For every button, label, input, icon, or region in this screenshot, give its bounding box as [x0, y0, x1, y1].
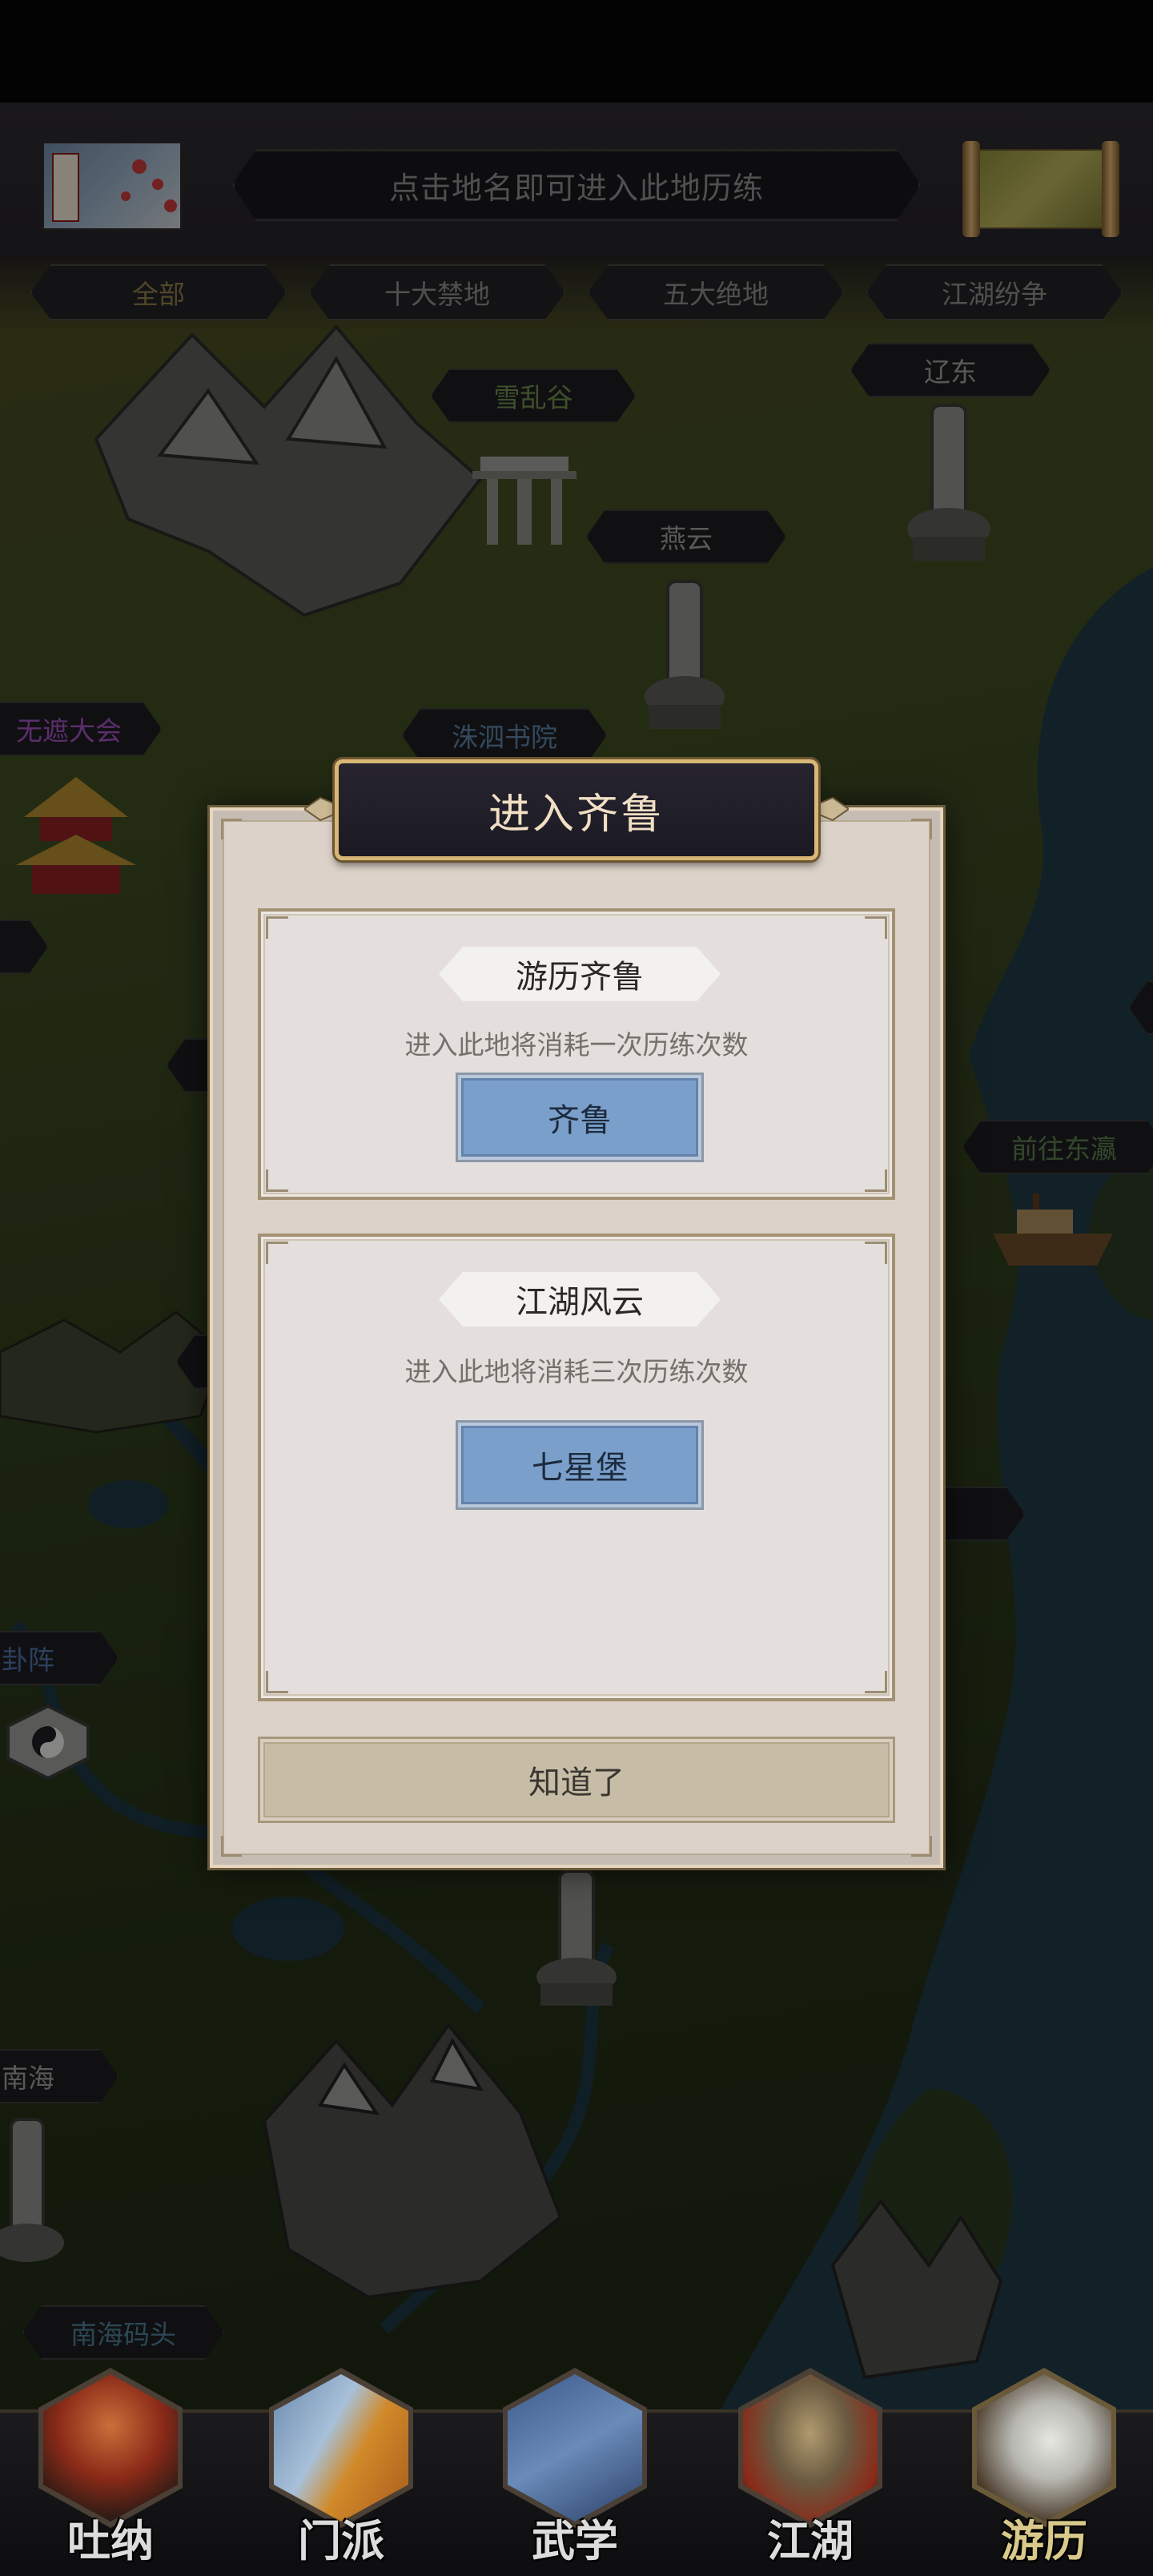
nav-label: 吐纳 — [67, 2515, 154, 2566]
button-label: 七星堡 — [532, 1450, 628, 1487]
corner-ornament — [865, 1671, 887, 1693]
section-heading: 游历齐鲁 — [439, 947, 721, 1001]
corner-ornament — [911, 1836, 932, 1857]
corner-ornament — [266, 916, 288, 939]
nav-menpai[interactable]: 门派 — [261, 2368, 421, 2568]
corner-ornament — [221, 819, 242, 839]
nav-label: 游历 — [1001, 2515, 1087, 2566]
corner-ornament — [865, 1242, 887, 1264]
button-label: 齐鲁 — [548, 1102, 612, 1139]
nav-label: 门派 — [298, 2515, 384, 2566]
section-heading-text: 江湖风云 — [516, 1284, 644, 1321]
section-heading-text: 游历齐鲁 — [516, 959, 644, 996]
section-heading: 江湖风云 — [439, 1272, 721, 1326]
dialog-title: 进入齐鲁 — [335, 759, 818, 860]
corner-ornament — [911, 819, 932, 839]
enter-qilu-button[interactable]: 齐鲁 — [458, 1075, 701, 1160]
corner-ornament — [865, 1169, 887, 1192]
nav-tuna[interactable]: 吐纳 — [30, 2368, 191, 2568]
corner-ornament — [266, 1671, 288, 1693]
dialog-title-text: 进入齐鲁 — [488, 790, 665, 839]
button-label: 知道了 — [528, 1765, 625, 1801]
cost-description: 进入此地将消耗三次历练次数 — [404, 1356, 749, 1387]
corner-ornament — [221, 1836, 242, 1857]
status-bar — [0, 0, 1153, 103]
nav-wuxue[interactable]: 武学 — [495, 2368, 655, 2568]
travel-section: 游历齐鲁 进入此地将消耗一次历练次数 齐鲁 — [258, 908, 895, 1200]
corner-ornament — [266, 1169, 288, 1192]
nav-youli[interactable]: 游历 — [964, 2368, 1124, 2568]
nav-label: 武学 — [532, 2515, 618, 2566]
cost-description: 进入此地将消耗一次历练次数 — [404, 1029, 749, 1061]
enter-qixingbao-button[interactable]: 七星堡 — [458, 1423, 701, 1507]
jianghu-section: 江湖风云 进入此地将消耗三次历练次数 七星堡 — [258, 1234, 895, 1701]
acknowledge-button[interactable]: 知道了 — [258, 1737, 895, 1823]
corner-ornament — [266, 1242, 288, 1264]
nav-label: 江湖 — [767, 2515, 854, 2566]
corner-ornament — [865, 916, 887, 939]
nav-jianghu[interactable]: 江湖 — [730, 2368, 890, 2568]
